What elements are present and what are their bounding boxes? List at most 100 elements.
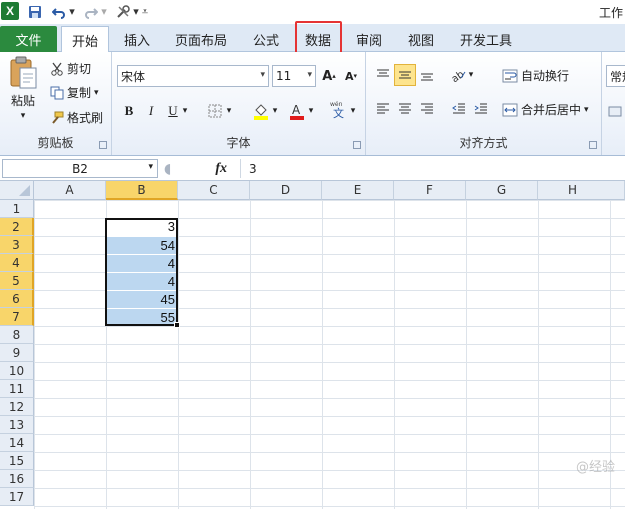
- tab-page-layout[interactable]: 页面布局: [170, 26, 232, 52]
- decrease-indent-icon[interactable]: [448, 98, 470, 120]
- tab-view[interactable]: 视图: [400, 26, 442, 52]
- tab-home[interactable]: 开始: [61, 26, 109, 53]
- paste-dropdown-icon[interactable]: ▾: [21, 111, 26, 121]
- number-format-combo[interactable]: 常规: [606, 65, 625, 87]
- font-size-combo[interactable]: 11 ▾: [272, 65, 316, 87]
- cut-button[interactable]: 剪切: [50, 60, 91, 77]
- tools-icon[interactable]: [114, 3, 132, 20]
- font-name-combo[interactable]: 宋体 ▾: [117, 65, 269, 87]
- tab-formulas[interactable]: 公式: [244, 26, 288, 52]
- cell-b7[interactable]: 55: [106, 308, 178, 326]
- redo-dropdown-icon[interactable]: ▾: [100, 3, 108, 20]
- phonetic-dropdown-icon[interactable]: ▾: [348, 100, 358, 122]
- column-header-g[interactable]: G: [466, 181, 538, 200]
- align-middle-icon[interactable]: [394, 64, 416, 86]
- tab-insert[interactable]: 插入: [115, 26, 159, 52]
- tab-developer[interactable]: 开发工具: [454, 26, 518, 52]
- tab-review[interactable]: 审阅: [348, 26, 390, 52]
- fill-color-icon[interactable]: [250, 100, 272, 122]
- column-header-f[interactable]: F: [394, 181, 466, 200]
- row-header-3[interactable]: 3: [0, 236, 34, 254]
- cell-b2[interactable]: 3: [106, 218, 178, 236]
- column-header-e[interactable]: E: [322, 181, 394, 200]
- redo-icon[interactable]: [82, 3, 100, 20]
- cell-area[interactable]: 3 54 4 4 45 55: [34, 200, 625, 509]
- bold-button[interactable]: B: [118, 100, 140, 122]
- row-header-6[interactable]: 6: [0, 290, 34, 308]
- column-header-b[interactable]: B: [106, 181, 178, 200]
- accounting-format-icon[interactable]: [604, 100, 625, 122]
- alignment-launcher-icon[interactable]: [589, 141, 597, 149]
- tools-dropdown-icon[interactable]: ▾: [132, 3, 140, 20]
- align-center-icon[interactable]: [394, 98, 416, 120]
- row-header-17[interactable]: 17: [0, 488, 34, 506]
- font-color-dropdown-icon[interactable]: ▾: [306, 100, 316, 122]
- row-header-2[interactable]: 2: [0, 218, 34, 236]
- undo-dropdown-icon[interactable]: ▾: [68, 3, 76, 20]
- format-painter-button[interactable]: 格式刷: [50, 109, 103, 126]
- increase-indent-icon[interactable]: [470, 98, 492, 120]
- name-box[interactable]: B2 ▾: [2, 159, 158, 178]
- undo-icon[interactable]: [50, 3, 68, 20]
- row-header-16[interactable]: 16: [0, 470, 34, 488]
- font-color-icon[interactable]: A: [286, 100, 308, 122]
- tab-file[interactable]: 文件: [0, 26, 57, 52]
- borders-icon[interactable]: [204, 100, 226, 122]
- font-size-dropdown-icon[interactable]: ▾: [307, 70, 312, 80]
- excel-logo-icon[interactable]: X: [1, 2, 19, 20]
- align-left-icon[interactable]: [372, 98, 394, 120]
- fill-color-dropdown-icon[interactable]: ▾: [270, 100, 280, 122]
- align-top-icon[interactable]: [372, 64, 394, 86]
- row-header-14[interactable]: 14: [0, 434, 34, 452]
- row-header-15[interactable]: 15: [0, 452, 34, 470]
- cell-b5[interactable]: 4: [106, 272, 178, 290]
- row-header-9[interactable]: 9: [0, 344, 34, 362]
- row-header-5[interactable]: 5: [0, 272, 34, 290]
- paste-button[interactable]: 粘贴 ▾: [8, 56, 38, 121]
- row-header-8[interactable]: 8: [0, 326, 34, 344]
- scissors-icon: [50, 62, 64, 76]
- italic-button[interactable]: I: [140, 100, 162, 122]
- copy-button[interactable]: 复制 ▾: [50, 84, 99, 101]
- grow-font-icon[interactable]: A ▴: [318, 65, 340, 87]
- borders-dropdown-icon[interactable]: ▾: [224, 100, 234, 122]
- insert-function-icon[interactable]: fx: [215, 161, 227, 177]
- cell-b4[interactable]: 4: [106, 254, 178, 272]
- underline-dropdown-icon[interactable]: ▾: [180, 100, 190, 122]
- clipboard-launcher-icon[interactable]: [99, 141, 107, 149]
- orientation-dropdown-icon[interactable]: ▾: [466, 64, 476, 86]
- align-right-icon[interactable]: [416, 98, 438, 120]
- formula-bar-resize-icon[interactable]: ◖: [164, 161, 171, 177]
- cell-b6[interactable]: 45: [106, 290, 178, 308]
- column-header-a[interactable]: A: [34, 181, 106, 200]
- wrap-text-button[interactable]: 自动换行: [502, 67, 569, 84]
- copy-dropdown-icon[interactable]: ▾: [94, 88, 99, 98]
- column-header-h[interactable]: H: [538, 181, 625, 200]
- merge-center-button[interactable]: 合并后居中 ▾: [502, 101, 589, 118]
- font-name-value: 宋体: [121, 69, 146, 84]
- row-header-11[interactable]: 11: [0, 380, 34, 398]
- row-header-10[interactable]: 10: [0, 362, 34, 380]
- font-launcher-icon[interactable]: [353, 141, 361, 149]
- cell-b3[interactable]: 54: [106, 236, 178, 254]
- customize-qat-icon[interactable]: ⩡: [140, 3, 150, 20]
- paste-label: 粘贴: [10, 94, 35, 108]
- row-header-4[interactable]: 4: [0, 254, 34, 272]
- font-name-dropdown-icon[interactable]: ▾: [260, 70, 265, 80]
- row-header-12[interactable]: 12: [0, 398, 34, 416]
- column-header-d[interactable]: D: [250, 181, 322, 200]
- column-header-c[interactable]: C: [178, 181, 250, 200]
- shrink-font-icon[interactable]: A ▾: [340, 65, 362, 87]
- name-box-dropdown-icon[interactable]: ▾: [148, 162, 153, 172]
- merge-center-dropdown-icon[interactable]: ▾: [584, 105, 589, 115]
- formula-input[interactable]: 3: [240, 159, 625, 178]
- select-all-corner[interactable]: [0, 181, 34, 200]
- name-box-value: B2: [72, 161, 88, 176]
- row-header-1[interactable]: 1: [0, 200, 34, 218]
- row-header-7[interactable]: 7: [0, 308, 34, 326]
- save-icon[interactable]: [26, 3, 44, 20]
- align-bottom-icon[interactable]: [416, 64, 438, 86]
- phonetic-guide-icon[interactable]: wén 文: [328, 98, 350, 120]
- fill-handle[interactable]: [174, 322, 180, 328]
- row-header-13[interactable]: 13: [0, 416, 34, 434]
